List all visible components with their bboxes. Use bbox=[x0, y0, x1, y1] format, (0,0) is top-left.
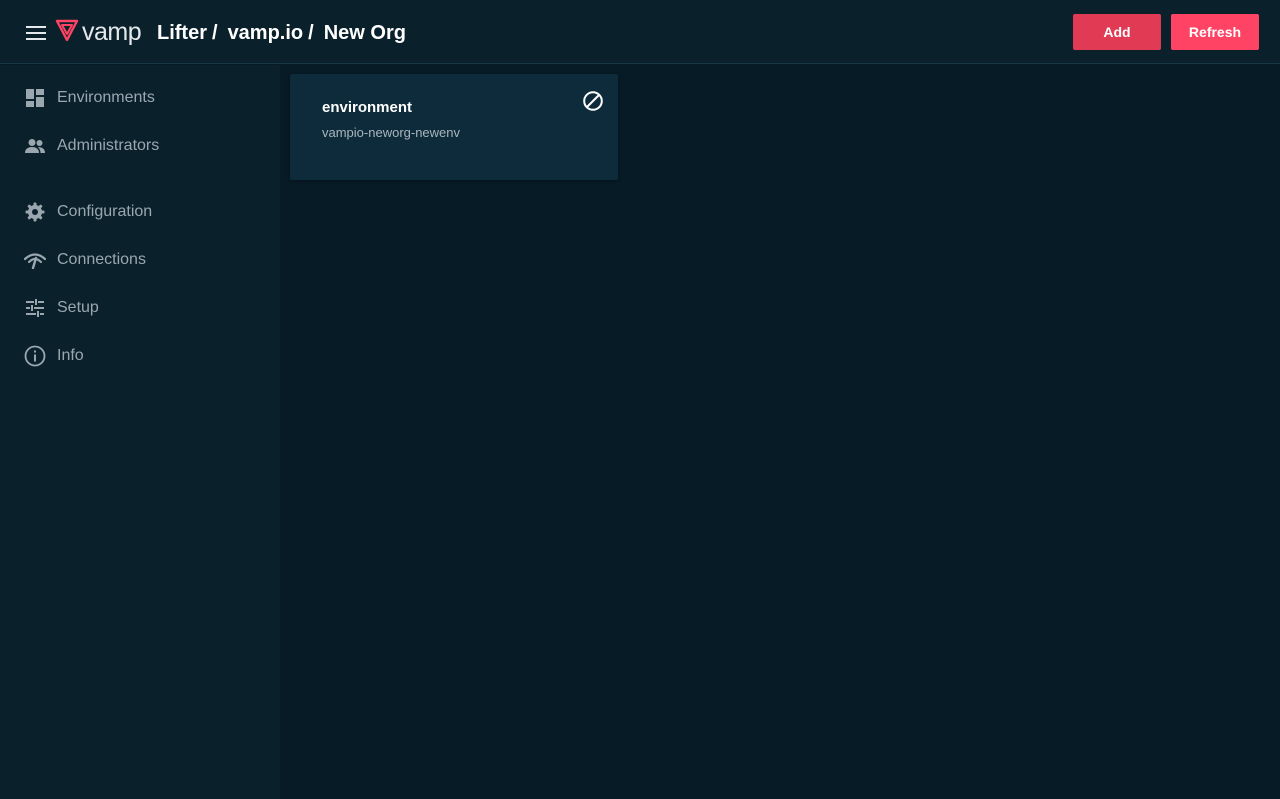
breadcrumb-separator: / bbox=[308, 21, 314, 44]
sidebar: Environments Administrators Configuratio… bbox=[0, 65, 280, 799]
vamp-logo[interactable]: vamp bbox=[55, 18, 142, 47]
vamp-logo-icon bbox=[55, 18, 79, 47]
sidebar-item-environments[interactable]: Environments bbox=[24, 86, 155, 110]
sidebar-item-label: Connections bbox=[57, 251, 146, 268]
card-title: environment bbox=[322, 99, 413, 116]
block-icon[interactable] bbox=[582, 90, 604, 112]
sidebar-item-connections[interactable]: Connections bbox=[24, 248, 146, 272]
sidebar-item-configuration[interactable]: Configuration bbox=[24, 200, 152, 224]
breadcrumb-item-vamp-io[interactable]: vamp.io bbox=[228, 22, 304, 45]
sliders-icon bbox=[24, 297, 46, 319]
sidebar-item-label: Setup bbox=[57, 299, 99, 316]
info-icon bbox=[24, 345, 46, 367]
sidebar-item-label: Environments bbox=[57, 89, 155, 106]
dashboard-icon bbox=[24, 87, 46, 109]
breadcrumb-separator: / bbox=[212, 21, 218, 44]
breadcrumb-item-lifter[interactable]: Lifter bbox=[157, 22, 207, 45]
sidebar-item-info[interactable]: Info bbox=[24, 344, 84, 368]
sidebar-item-label: Info bbox=[57, 347, 84, 364]
sidebar-item-label: Configuration bbox=[57, 203, 153, 220]
add-button[interactable]: Add bbox=[1073, 14, 1161, 50]
sidebar-item-label: Administrators bbox=[57, 137, 160, 154]
top-bar: vamp Lifter / vamp.io / New Org Add Refr… bbox=[0, 0, 1280, 64]
card-subtitle: vampio-neworg-newenv bbox=[322, 125, 461, 140]
gear-icon bbox=[24, 201, 46, 223]
breadcrumb-item-new-org[interactable]: New Org bbox=[324, 22, 406, 45]
sidebar-item-setup[interactable]: Setup bbox=[24, 296, 99, 320]
hamburger-menu-icon[interactable] bbox=[24, 22, 48, 44]
logo-text: vamp bbox=[82, 18, 142, 46]
breadcrumb: Lifter / vamp.io / New Org bbox=[157, 20, 406, 46]
refresh-button[interactable]: Refresh bbox=[1171, 14, 1259, 50]
people-icon bbox=[24, 135, 46, 157]
sidebar-item-administrators[interactable]: Administrators bbox=[24, 134, 159, 158]
signal-icon bbox=[24, 249, 46, 271]
environment-card[interactable]: environment vampio-neworg-newenv bbox=[290, 74, 618, 180]
